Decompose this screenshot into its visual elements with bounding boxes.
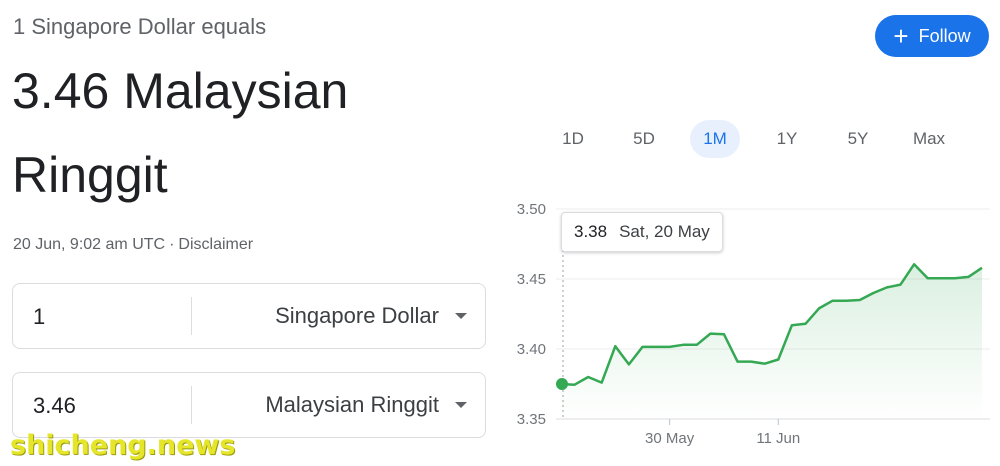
- y-tick-label: 3.40: [517, 341, 546, 358]
- watermark: shicheng.news: [10, 430, 236, 461]
- tooltip-value: 3.38: [574, 222, 608, 241]
- x-tick-label: 11 Jun: [756, 430, 800, 447]
- y-tick-label: 3.35: [517, 411, 546, 428]
- x-tick-label: 30 May: [645, 430, 695, 447]
- chart-tooltip: 3.38 Sat, 20 May: [561, 212, 723, 252]
- tooltip-date: Sat, 20 May: [619, 222, 710, 241]
- series-area: [561, 264, 982, 419]
- hover-point: [556, 378, 568, 390]
- y-tick-label: 3.45: [517, 271, 546, 288]
- y-tick-label: 3.50: [517, 201, 546, 218]
- exchange-rate-chart[interactable]: 3.50 3.45 3.40 3.35 30 May 11 Jun: [0, 0, 1000, 466]
